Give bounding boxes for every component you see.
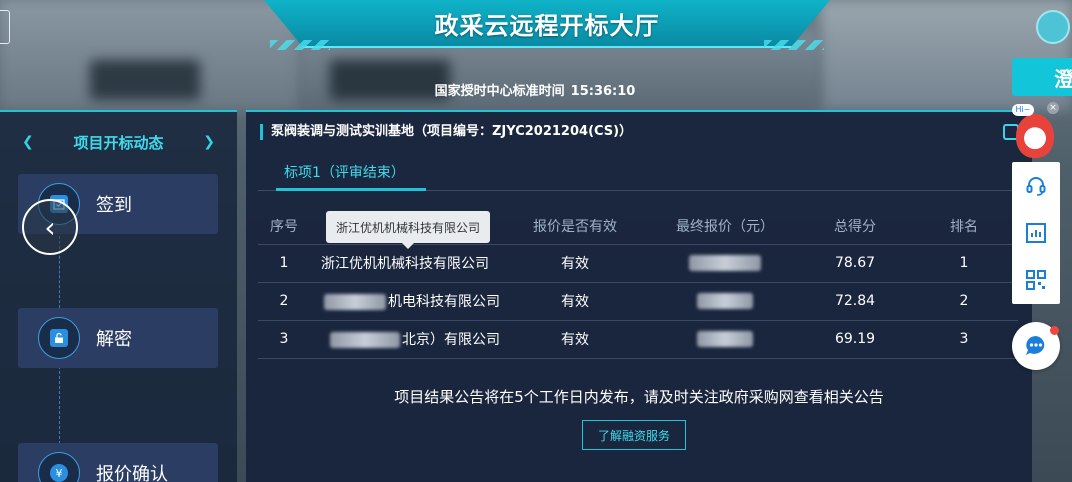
row-score: 72.84 bbox=[800, 281, 910, 320]
row-rank: 2 bbox=[910, 281, 1018, 320]
column-header: 最终报价（元） bbox=[676, 218, 774, 235]
headset-icon[interactable] bbox=[1023, 173, 1049, 199]
tab-active-indicator bbox=[276, 188, 426, 191]
window-edge-button[interactable] bbox=[0, 10, 10, 44]
table-row: 3 北京）有限公司 有效 69.19 3 bbox=[258, 319, 1018, 359]
step-decrypt[interactable]: 解密 bbox=[18, 308, 218, 368]
progress-panel-title: 项目开标动态 bbox=[73, 133, 164, 152]
step-label: 报价确认 bbox=[96, 464, 168, 482]
time-label: 国家授时中心标准时间 bbox=[434, 84, 565, 99]
next-arrow-icon[interactable]: ❯ bbox=[203, 134, 215, 150]
side-tab[interactable]: 澄 bbox=[1012, 58, 1072, 96]
step-label: 签到 bbox=[96, 195, 132, 216]
chat-bubble-icon bbox=[1026, 336, 1045, 355]
back-button[interactable]: ‹ bbox=[22, 199, 78, 255]
mascot-assistant-icon[interactable] bbox=[1016, 114, 1054, 158]
row-price bbox=[650, 243, 800, 282]
user-avatar[interactable] bbox=[1036, 10, 1070, 44]
qr-code-icon[interactable] bbox=[1023, 267, 1049, 293]
report-chart-icon[interactable] bbox=[1023, 220, 1049, 246]
row-seq: 2 bbox=[258, 281, 310, 320]
redacted-price bbox=[697, 293, 753, 309]
column-header: 报价是否有效 bbox=[533, 218, 617, 235]
row-rank: 3 bbox=[910, 319, 1018, 359]
progress-panel-header: ❮ 项目开标动态 ❯ bbox=[0, 124, 237, 160]
finance-service-button[interactable]: 了解融资服务 bbox=[582, 420, 686, 450]
row-valid: 有效 bbox=[500, 281, 650, 320]
close-icon[interactable]: × bbox=[1047, 102, 1059, 114]
row-supplier-name: 北京）有限公司 bbox=[402, 332, 500, 348]
standard-time: 国家授时中心标准时间 15:36:10 bbox=[300, 80, 770, 99]
results-panel: 泵阀装调与测试实训基地（项目编号：ZJYC2021204(CS)） 标项1（评审… bbox=[246, 110, 1032, 482]
row-supplier: 浙江优机机械科技有限公司 bbox=[310, 243, 500, 282]
step-quote-confirm[interactable]: ¥ 报价确认 bbox=[18, 443, 218, 482]
time-value: 15:36:10 bbox=[570, 84, 636, 99]
result-notice: 项目结果公告将在5个工作日内发布，请及时关注政府采购网查看相关公告 bbox=[394, 388, 884, 406]
column-header: 序号 bbox=[270, 218, 298, 235]
row-price bbox=[650, 319, 800, 359]
mascot-bubble: Hi~ bbox=[1012, 104, 1034, 116]
step-label: 解密 bbox=[96, 329, 132, 350]
notification-dot bbox=[1050, 326, 1059, 335]
step-connector bbox=[59, 366, 60, 444]
project-title: 泵阀装调与测试实训基地（项目编号：ZJYC2021204(CS)） bbox=[260, 124, 632, 140]
side-toolbar bbox=[1012, 162, 1060, 304]
step-icon-ring: ¥ bbox=[38, 452, 80, 482]
row-supplier-name: 机电科技有限公司 bbox=[388, 294, 500, 310]
supplier-tooltip: 浙江优机机械科技有限公司 bbox=[326, 211, 490, 249]
row-valid: 有效 bbox=[500, 319, 650, 359]
progress-panel: ❮ 项目开标动态 ❯ 签到 解密 ¥ 报价确认 bbox=[0, 110, 237, 482]
unlock-icon bbox=[50, 329, 68, 347]
column-header: 排名 bbox=[950, 218, 978, 235]
row-score: 78.67 bbox=[800, 243, 910, 282]
background-blur bbox=[90, 60, 200, 100]
redacted-price bbox=[697, 331, 753, 347]
column-header: 总得分 bbox=[834, 218, 876, 235]
row-price bbox=[650, 281, 800, 320]
step-icon-ring bbox=[38, 317, 80, 359]
row-score: 69.19 bbox=[800, 319, 910, 359]
row-supplier: 北京）有限公司 bbox=[310, 319, 500, 359]
currency-icon: ¥ bbox=[50, 464, 68, 482]
row-rank: 1 bbox=[910, 243, 1018, 282]
header-decoration bbox=[270, 40, 330, 50]
header-decoration bbox=[764, 40, 824, 50]
row-seq: 1 bbox=[258, 243, 310, 282]
prev-arrow-icon[interactable]: ❮ bbox=[22, 134, 34, 150]
table-row: 2 机电科技有限公司 有效 72.84 2 bbox=[258, 281, 1018, 320]
row-seq: 3 bbox=[258, 319, 310, 359]
table-row: 1 浙江优机机械科技有限公司 有效 78.67 1 bbox=[258, 243, 1018, 282]
chevron-left-icon: ‹ bbox=[44, 210, 56, 244]
redacted-name bbox=[324, 294, 386, 310]
tab-lot-1[interactable]: 标项1（评审结束） bbox=[284, 162, 405, 182]
page-title: 政采云远程开标大厅 bbox=[434, 12, 660, 40]
redacted-name bbox=[330, 332, 400, 348]
redacted-price bbox=[689, 255, 761, 271]
row-supplier: 机电科技有限公司 bbox=[310, 281, 500, 320]
row-valid: 有效 bbox=[500, 243, 650, 282]
